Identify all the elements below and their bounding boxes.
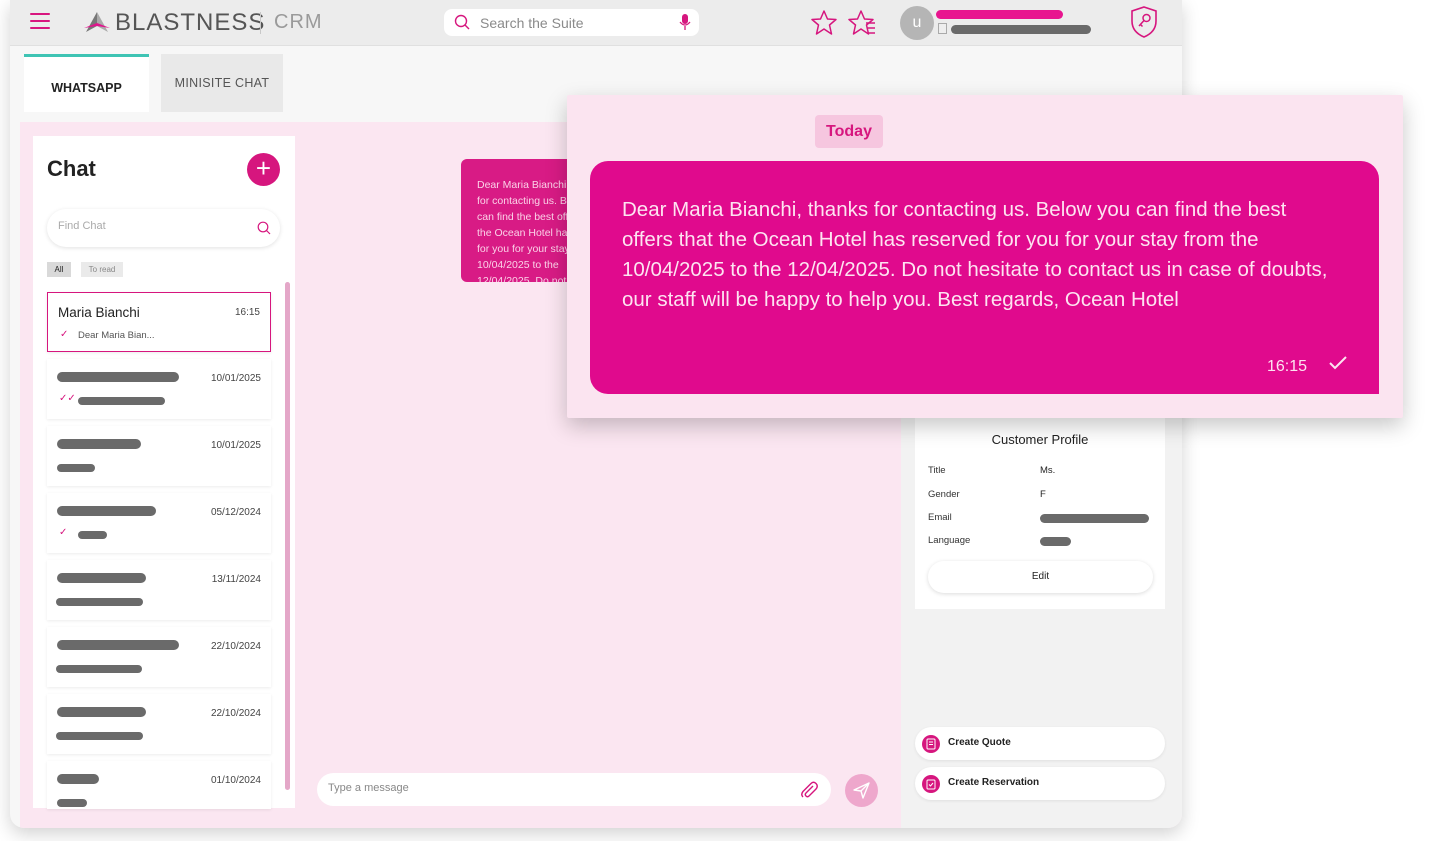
preview-redacted (57, 799, 87, 807)
field-value: F (1040, 489, 1046, 500)
list-item[interactable]: 10/01/2025 ✓✓ (47, 359, 271, 419)
preview-redacted (56, 732, 143, 740)
search-input[interactable] (480, 13, 660, 32)
field-label: Gender (928, 489, 960, 500)
filter-to-read[interactable]: To read (81, 262, 123, 277)
profile-title: Customer Profile (991, 432, 1089, 447)
avatar[interactable]: u (900, 6, 934, 40)
chat-list-scrollbar[interactable] (285, 282, 290, 790)
plus-icon: + (255, 153, 272, 183)
shield-key-icon[interactable] (1130, 6, 1158, 38)
logo-icon (84, 12, 110, 32)
brand-name: BLASTNESS (115, 9, 266, 36)
contact-name: Maria Bianchi (58, 305, 140, 320)
new-chat-button[interactable]: + (247, 153, 280, 186)
message-zoom-callout: Today Dear Maria Bianchi, thanks for con… (567, 95, 1403, 418)
calendar-icon (922, 775, 940, 793)
message-input[interactable] (328, 782, 748, 794)
message-composer[interactable] (317, 773, 831, 806)
name-redacted (57, 372, 179, 382)
create-reservation-label: Create Reservation (948, 777, 1040, 788)
check-icon: ✓ (60, 329, 69, 340)
list-item[interactable]: 01/10/2024 (47, 761, 271, 809)
paperclip-icon[interactable] (799, 780, 819, 800)
find-chat[interactable] (47, 209, 280, 247)
chat-title: Chat (47, 156, 96, 181)
chat-list-panel: Chat + All To read Maria Bianchi 16:15 ✓… (33, 136, 295, 809)
create-reservation-button[interactable]: Create Reservation (915, 767, 1165, 800)
send-button[interactable] (845, 774, 878, 807)
edit-profile-button[interactable]: Edit (928, 561, 1153, 593)
chat-date: 10/01/2025 (210, 440, 261, 451)
user-name-redacted (936, 10, 1063, 19)
create-quote-label: Create Quote (948, 737, 1011, 748)
star-icon[interactable] (811, 10, 837, 35)
name-redacted (57, 707, 146, 717)
email-redacted (1040, 514, 1149, 523)
date-separator: Today (815, 115, 883, 148)
menu-icon[interactable] (30, 13, 50, 29)
chat-date: 01/10/2024 (210, 775, 261, 786)
filter-all[interactable]: All (47, 262, 71, 277)
preview-redacted (57, 464, 95, 472)
tab-whatsapp[interactable]: WHATSAPP (24, 54, 149, 112)
customer-profile-card: Customer Profile Title Ms. Gender F Emai… (915, 417, 1165, 609)
starred-list-icon[interactable] (848, 10, 876, 35)
language-redacted (1040, 537, 1071, 546)
check-icon: ✓ (59, 527, 68, 538)
chat-date: 05/12/2024 (210, 507, 261, 518)
chat-preview: Dear Maria Bian... (78, 330, 155, 341)
divider (260, 12, 261, 34)
top-bar: BLASTNESS CRM u (10, 0, 1182, 46)
name-redacted (57, 439, 141, 449)
chat-time: 16:15 (234, 307, 260, 318)
name-redacted (57, 774, 99, 784)
message-time: 16:15 (1267, 358, 1308, 375)
quote-icon (922, 735, 940, 753)
field-label: Language (928, 535, 971, 546)
list-item[interactable]: 05/12/2024 ✓ (47, 493, 271, 553)
send-icon (853, 782, 870, 799)
chat-date: 13/11/2024 (211, 574, 261, 585)
find-chat-input[interactable] (58, 220, 238, 232)
list-item[interactable]: 22/10/2024 (47, 694, 271, 754)
list-item[interactable]: 13/11/2024 (47, 560, 271, 620)
field-value: Ms. (1040, 465, 1056, 476)
chat-item-active[interactable]: Maria Bianchi 16:15 ✓ Dear Maria Bian... (47, 292, 271, 352)
tab-minisite-chat[interactable]: MINISITE CHAT (161, 54, 283, 112)
user-detail-redacted (951, 25, 1091, 34)
search-icon[interactable] (257, 221, 271, 235)
preview-redacted (56, 598, 143, 606)
name-redacted (57, 640, 179, 650)
message-bubble-zoomed: Dear Maria Bianchi, thanks for contactin… (590, 161, 1379, 394)
product-name: CRM (274, 11, 323, 33)
mic-icon[interactable] (679, 14, 691, 31)
preview-redacted (78, 531, 107, 539)
chat-date: 22/10/2024 (210, 708, 261, 719)
create-quote-button[interactable]: Create Quote (915, 727, 1165, 760)
property-icon (938, 23, 947, 34)
list-item[interactable]: 10/01/2025 (47, 426, 271, 486)
double-check-icon: ✓✓ (59, 393, 76, 404)
check-icon (1329, 356, 1347, 370)
name-redacted (57, 506, 156, 516)
preview-redacted (56, 665, 142, 673)
preview-redacted (78, 397, 165, 405)
search-icon (454, 14, 470, 30)
message-text: Dear Maria Bianchi, thanks for contactin… (622, 198, 1328, 311)
field-label: Title (928, 465, 946, 476)
chat-date: 10/01/2025 (210, 373, 261, 384)
list-item[interactable]: 22/10/2024 (47, 627, 271, 687)
name-redacted (57, 573, 146, 583)
field-label: Email (928, 512, 952, 523)
suite-search[interactable] (444, 9, 699, 36)
chat-date: 22/10/2024 (210, 641, 261, 652)
